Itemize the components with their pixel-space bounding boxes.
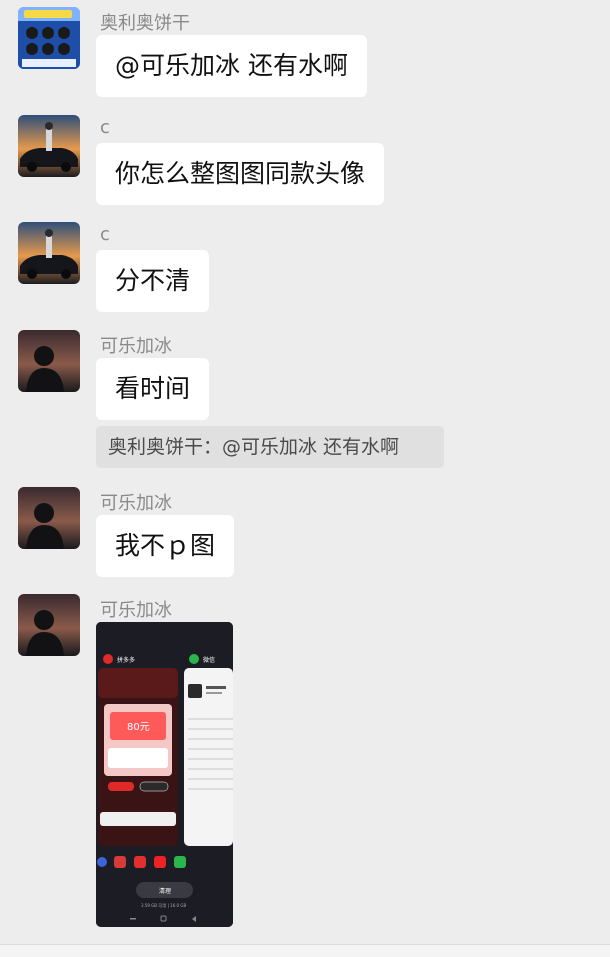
- car-person-avatar-image: [18, 222, 80, 284]
- sender-name: c: [100, 224, 110, 245]
- sender-name: 可乐加冰: [100, 336, 172, 357]
- avatar-c[interactable]: [18, 115, 80, 177]
- avatar-kele[interactable]: [18, 330, 80, 392]
- memory-label: 3.59 GB 可用 | 16.0 GB: [141, 903, 186, 908]
- sender-name: 可乐加冰: [100, 600, 172, 621]
- message-bubble[interactable]: 看时间: [96, 358, 210, 420]
- price-label: 80元: [127, 722, 150, 733]
- pinduoduo-icon: [103, 654, 113, 664]
- silhouette-avatar-image: [18, 330, 80, 392]
- silhouette-avatar-image: [18, 487, 80, 549]
- image-message[interactable]: 拼多多 80元 微信 清理 3.59 GB 可用 | 16.0 GB: [96, 622, 233, 927]
- sender-name: c: [100, 117, 110, 138]
- sender-name: 可乐加冰: [100, 493, 172, 514]
- avatar-kele[interactable]: [18, 594, 80, 656]
- avatar-c[interactable]: [18, 222, 80, 284]
- oreo-avatar-image: [18, 7, 80, 69]
- wechat-icon: [189, 654, 199, 664]
- message-bubble[interactable]: @可乐加冰 还有水啊: [96, 35, 367, 97]
- quoted-message[interactable]: 奥利奥饼干：@可乐加冰 还有水啊: [96, 426, 444, 468]
- message-bubble[interactable]: 你怎么整图图同款头像: [96, 143, 385, 205]
- avatar-kele[interactable]: [18, 487, 80, 549]
- message-bubble[interactable]: 我不ｐ图: [96, 515, 235, 577]
- app1-label: 拼多多: [117, 656, 135, 664]
- silhouette-avatar-image: [18, 594, 80, 656]
- phone-multitask-screenshot: 拼多多 80元 微信 清理 3.59 GB 可用 | 16.0 GB: [96, 622, 233, 927]
- sender-name: 奥利奥饼干: [100, 13, 190, 34]
- car-person-avatar-image: [18, 115, 80, 177]
- app2-label: 微信: [203, 656, 215, 664]
- message-bubble[interactable]: 分不清: [96, 250, 210, 312]
- avatar-oreo[interactable]: [18, 7, 80, 69]
- bottom-divider: [0, 944, 610, 957]
- clear-button-label: 清理: [159, 887, 171, 895]
